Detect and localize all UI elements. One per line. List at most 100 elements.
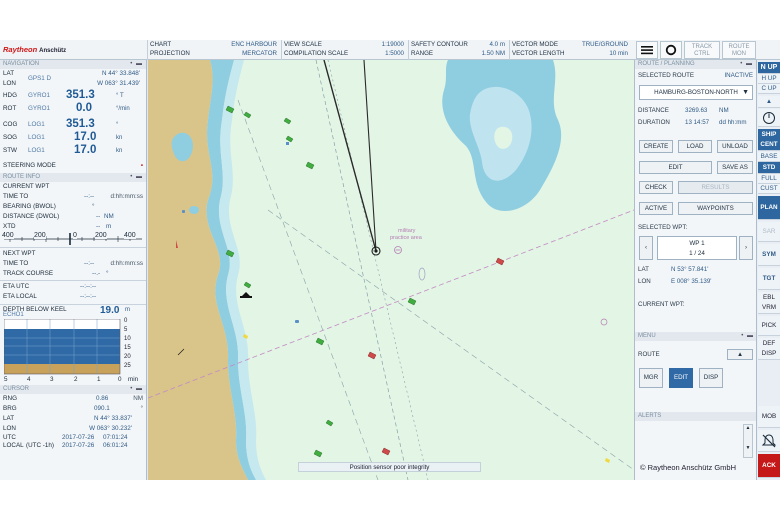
depth-widget[interactable]: DEPTH BELOW KEEL ECHO1 19.0 m 0 5 10 15 20 25: [0, 304, 146, 376]
safety-info[interactable]: SAFETY CONTOUR 4.0 m RANGE 1.50 NM: [408, 40, 508, 60]
create-route-button[interactable]: CREATE: [639, 140, 673, 153]
panel-menu-icon[interactable]: • ▬: [130, 60, 143, 69]
mute-alarm-button[interactable]: [758, 430, 780, 452]
ack-label: ACK: [762, 462, 776, 469]
results-button[interactable]: RESULTS: [678, 181, 753, 194]
def-disp-label: DISP: [761, 350, 777, 357]
chevron-up-icon[interactable]: ▲: [758, 96, 780, 108]
ebl-vrm-button[interactable]: EBL VRM: [758, 292, 780, 314]
default-display-button[interactable]: DEF DISP: [758, 338, 780, 360]
wpt-lat-value: N 53° 57.841': [671, 266, 709, 273]
depth-y-tick: 10: [124, 336, 131, 342]
symbols-button[interactable]: SYM: [758, 244, 780, 266]
info-marker-icon[interactable]: [600, 318, 608, 326]
right-panel: ROUTE / PLANNING • ▬ SELECTED ROUTE INACT…: [634, 60, 756, 480]
route-mgr-button[interactable]: MGR: [639, 368, 663, 388]
eta-utc-label: ETA UTC: [3, 283, 30, 290]
load-route-button[interactable]: LOAD: [678, 140, 712, 153]
route-edit-button[interactable]: EDIT: [669, 368, 693, 388]
compass-button[interactable]: [758, 109, 780, 127]
tgt-label: TGT: [762, 275, 776, 282]
vessel-target-symbol[interactable]: [240, 292, 252, 298]
stw-sensor[interactable]: LOG1: [28, 146, 45, 156]
prev-waypoint-button[interactable]: ‹: [639, 236, 653, 260]
panel-menu-icon[interactable]: • ▬: [130, 385, 143, 394]
panel-menu-icon[interactable]: • ▬: [740, 60, 753, 69]
north-up-button[interactable]: N UP: [758, 62, 780, 74]
depth-y-ticks: 0 5 10 15 20 25: [124, 317, 131, 371]
traffic-lane-line: [315, 60, 409, 480]
chart-info[interactable]: CHART ENC HARBOUR PROJECTION MERCATOR: [147, 40, 280, 60]
status-message-banner[interactable]: Position sensor poor integrity: [298, 462, 481, 472]
sog-sensor[interactable]: LOG1: [28, 133, 45, 143]
traffic-lane-line: [327, 60, 429, 480]
steering-mode-label[interactable]: STEERING MODE: [3, 162, 56, 169]
scale-tick-left-200: 200: [34, 232, 46, 239]
man-overboard-button[interactable]: MOB: [758, 406, 780, 428]
track-ctrl-label: TRACK CTRL: [691, 44, 713, 57]
panel-menu-icon[interactable]: • ▬: [130, 173, 143, 182]
route-select-dropdown[interactable]: HAMBURG-BOSTON-NORTH ▼: [639, 85, 753, 100]
cog-sensor[interactable]: LOG1: [28, 120, 45, 130]
edit-route-button[interactable]: EDIT: [639, 161, 712, 174]
chart-canvas[interactable]: military practice area: [148, 60, 634, 480]
save-as-button[interactable]: SAVE AS: [717, 161, 753, 174]
route-distance-value: 3269.63: [685, 107, 708, 114]
scale-tick-right-400: 400: [124, 232, 136, 239]
ship-centre-button[interactable]: SHIP CENT: [758, 129, 780, 151]
bearing-value: °: [92, 203, 95, 210]
targets-button[interactable]: TGT: [758, 268, 780, 290]
plan-button[interactable]: PLAN: [758, 196, 780, 220]
activate-route-button[interactable]: ACTIVE: [639, 202, 673, 215]
head-up-button[interactable]: H UP: [758, 74, 780, 84]
std-display-button[interactable]: STD: [758, 162, 780, 174]
area-boundary-line: [237, 99, 379, 480]
sar-button[interactable]: SAR: [758, 222, 780, 242]
unload-route-button[interactable]: UNLOAD: [717, 140, 753, 153]
rot-sensor[interactable]: GYRO1: [28, 104, 50, 114]
scale-info[interactable]: VIEW SCALE 1:19000 COMPILATION SCALE 1:500…: [281, 40, 407, 60]
rot-unit: °/min: [116, 106, 130, 112]
custom-display-button[interactable]: CUST: [758, 184, 780, 194]
nautical-chart[interactable]: military practice area Position sensor p…: [148, 60, 634, 480]
route-mon-button[interactable]: ROUTE MON: [722, 41, 756, 59]
menu-collapse-button[interactable]: ▲: [727, 349, 753, 360]
route-duration-unit: dd hh:mm: [719, 119, 747, 126]
depth-x-unit: min: [128, 376, 139, 383]
next-waypoint-button[interactable]: ›: [739, 236, 753, 260]
base-display-button[interactable]: BASE: [758, 152, 780, 162]
route-disp-button[interactable]: DISP: [699, 368, 723, 388]
eta-utc-value: --:--:--: [80, 283, 97, 290]
scale-tick-zero: 0: [73, 232, 77, 239]
panel-menu-icon[interactable]: • ▬: [741, 332, 754, 341]
eta-local-label: ETA LOCAL: [3, 293, 37, 300]
record-button[interactable]: [660, 41, 682, 59]
route-distance-label: DISTANCE: [638, 107, 669, 114]
full-display-button[interactable]: FULL: [758, 174, 780, 184]
sog-label: SOG: [3, 134, 17, 141]
time-to-value: --:--: [84, 193, 95, 200]
check-route-button[interactable]: CHECK: [639, 181, 673, 194]
check-label: CHECK: [645, 184, 667, 191]
distance-value: --: [96, 213, 101, 220]
course-up-button[interactable]: C UP: [758, 84, 780, 94]
hamburger-menu-button[interactable]: [636, 41, 658, 59]
waypoint-selector[interactable]: WP 1 1 / 24: [657, 236, 737, 260]
track-course-value: --.-: [92, 270, 101, 277]
view-scale-value: 1:19000: [381, 41, 404, 48]
lat-value: N 44° 33.848': [101, 70, 140, 77]
yellow-markers: [243, 334, 610, 463]
track-ctrl-button[interactable]: TRACK CTRL: [684, 41, 720, 59]
waypoints-button[interactable]: WAYPOINTS: [678, 202, 753, 215]
vector-info[interactable]: VECTOR MODE TRUE/GROUND VECTOR LENGTH 10 m…: [509, 40, 631, 60]
edit-label: EDIT: [668, 164, 683, 171]
alerts-scrollbar[interactable]: ▲ ▼: [743, 424, 753, 458]
eta-local-value: --:--:--: [80, 293, 97, 300]
wpt-lat-label: LAT: [638, 266, 649, 273]
distance-unit: NM: [104, 213, 114, 220]
pick-button[interactable]: PICK: [758, 316, 780, 336]
acknowledge-button[interactable]: ACK: [758, 454, 780, 478]
stw-label: STW: [3, 147, 17, 154]
ecdis-window: Raytheon Anschütz CHART ENC HARBOUR PROJEC…: [0, 40, 780, 480]
hdg-sensor[interactable]: GYRO1: [28, 91, 50, 101]
